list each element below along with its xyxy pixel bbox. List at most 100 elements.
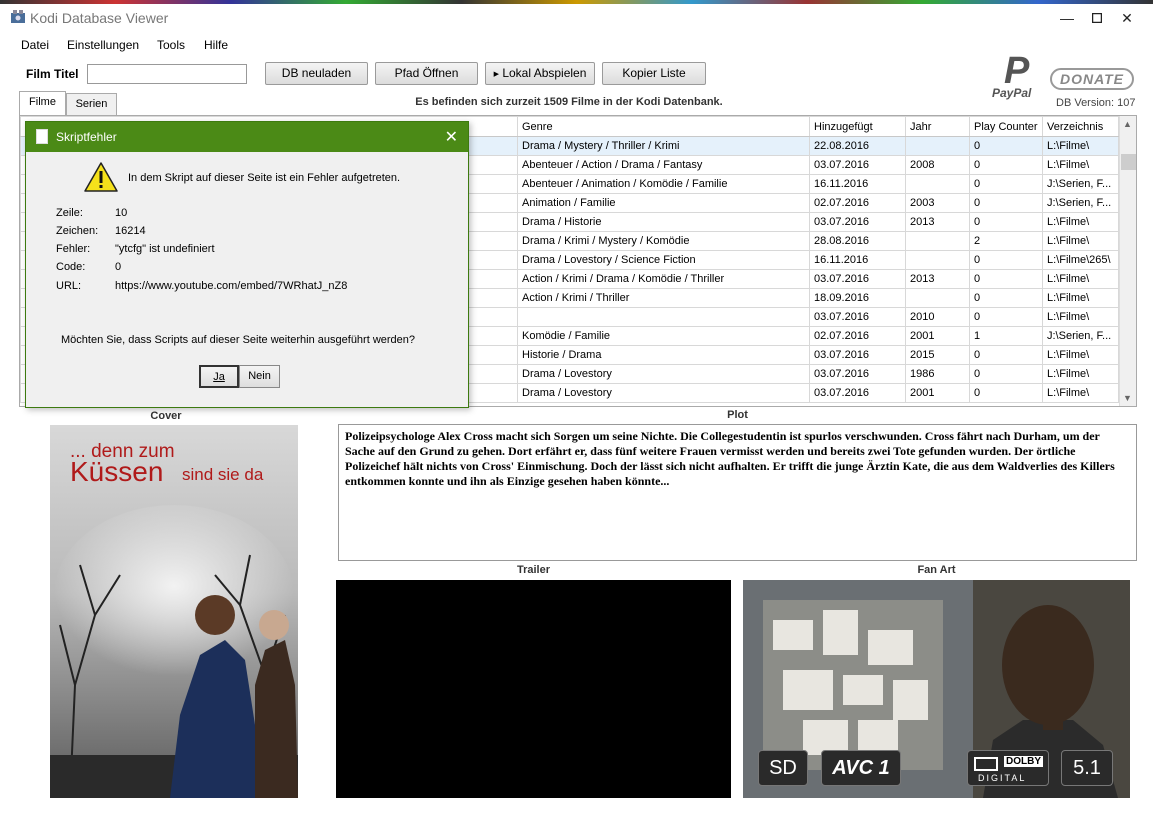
badge-avc1: AVC 1 (821, 750, 901, 786)
cover-art: ... denn zum Küssen sind sie da (50, 425, 298, 798)
cell-genre: Drama / Lovestory / Science Fiction (517, 250, 810, 270)
no-button[interactable]: Nein (239, 365, 280, 388)
dialog-message: In dem Skript auf dieser Seite ist ein F… (128, 172, 401, 184)
cell-year: 1986 (905, 364, 970, 384)
menu-einstellungen[interactable]: Einstellungen (67, 38, 139, 52)
cell-added: 16.11.2016 (809, 174, 906, 194)
paypal-logo[interactable]: P PayPal (990, 52, 1046, 102)
cover-title: Cover (150, 410, 182, 422)
cell-playcount: 0 (969, 269, 1043, 289)
cell-directory: L:\Filme\ (1042, 364, 1119, 384)
label-fehler: Fehler: (56, 243, 91, 255)
minimize-icon[interactable]: — (1052, 8, 1082, 28)
cell-genre: Drama / Lovestory (517, 364, 810, 384)
cell-year (905, 136, 970, 156)
menu-hilfe[interactable]: Hilfe (204, 38, 228, 52)
cell-directory: L:\Filme\265\ (1042, 250, 1119, 270)
fanart-image: SD AVC 1 DOLBY DIGITAL 5.1 (743, 580, 1130, 798)
menu-datei[interactable]: Datei (21, 38, 49, 52)
maximize-icon[interactable] (1082, 8, 1112, 28)
cell-playcount: 0 (969, 193, 1043, 213)
cell-year (905, 231, 970, 251)
donate-button[interactable]: DONATE (1050, 68, 1134, 90)
cell-year: 2013 (905, 269, 970, 289)
open-path-button[interactable]: Pfad Öffnen (375, 62, 478, 85)
column-header-added[interactable]: Hinzugefügt (809, 116, 906, 137)
column-header-year[interactable]: Jahr (905, 116, 970, 137)
cell-added: 18.09.2016 (809, 288, 906, 308)
cover-title-line3: sind sie da (182, 465, 264, 484)
script-error-dialog: Skriptfehler ✕ In dem Skript auf dieser … (25, 121, 469, 408)
column-header-playcount[interactable]: Play Counter (969, 116, 1043, 137)
dialog-question: Möchten Sie, dass Scripts auf dieser Sei… (61, 334, 416, 346)
cell-added: 28.08.2016 (809, 231, 906, 251)
play-local-button[interactable]: ▶ Lokal Abspielen (485, 62, 595, 85)
cell-added: 02.07.2016 (809, 193, 906, 213)
label-url: URL: (56, 280, 82, 292)
plot-title: Plot (727, 409, 748, 421)
cell-added: 03.07.2016 (809, 212, 906, 232)
cell-directory: J:\Serien, F... (1042, 193, 1119, 213)
grid-scrollbar[interactable]: ▲ ▼ (1119, 116, 1136, 406)
column-header-genre[interactable]: Genre (517, 116, 810, 137)
close-icon[interactable]: ✕ (1112, 8, 1142, 28)
cell-added: 03.07.2016 (809, 364, 906, 384)
title-bar[interactable]: Kodi Database Viewer — ✕ (0, 4, 1153, 32)
cell-added: 03.07.2016 (809, 269, 906, 289)
cell-directory: L:\Filme\ (1042, 269, 1119, 289)
tab-serien[interactable]: Serien (66, 93, 117, 115)
fanart-title: Fan Art (917, 564, 956, 576)
cell-directory: L:\Filme\ (1042, 155, 1119, 175)
cell-genre: Action / Krimi / Thriller (517, 288, 810, 308)
cell-directory: L:\Filme\ (1042, 345, 1119, 365)
trailer-player[interactable] (336, 580, 731, 798)
db-reload-button[interactable]: DB neuladen (265, 62, 368, 85)
cell-directory: L:\Filme\ (1042, 231, 1119, 251)
badge-digital-label: DIGITAL (978, 773, 1027, 783)
cover-title-line2: Küssen (70, 456, 163, 487)
cell-playcount: 0 (969, 136, 1043, 156)
label-code: Code: (56, 261, 86, 273)
scroll-thumb[interactable] (1121, 154, 1136, 170)
tab-filme[interactable]: Filme (19, 91, 66, 116)
badge-51: 5.1 (1061, 750, 1113, 786)
label-zeichen: Zeichen: (56, 225, 99, 237)
menu-tools[interactable]: Tools (157, 38, 185, 52)
scroll-down-icon[interactable]: ▼ (1123, 393, 1132, 403)
cell-playcount: 0 (969, 174, 1043, 194)
cell-playcount: 0 (969, 345, 1043, 365)
value-zeile: 10 (115, 207, 128, 219)
cell-playcount: 2 (969, 231, 1043, 251)
cell-year: 2008 (905, 155, 970, 175)
cell-added: 03.07.2016 (809, 307, 906, 327)
cell-directory: L:\Filme\ (1042, 136, 1119, 156)
cell-year: 2001 (905, 326, 970, 346)
window-title: Kodi Database Viewer (30, 10, 169, 26)
copy-list-button[interactable]: Kopier Liste (602, 62, 706, 85)
status-text: Es befinden sich zurzeit 1509 Filme in d… (415, 96, 723, 108)
document-icon (36, 129, 48, 144)
cell-directory: J:\Serien, F... (1042, 326, 1119, 346)
cell-genre: Drama / Lovestory (517, 383, 810, 403)
film-title-label: Film Titel (26, 67, 79, 81)
cell-playcount: 0 (969, 250, 1043, 270)
badge-sd: SD (758, 750, 808, 786)
column-header-directory[interactable]: Verzeichnis (1042, 116, 1119, 137)
scroll-up-icon[interactable]: ▲ (1123, 119, 1132, 129)
dialog-close-icon[interactable]: ✕ (445, 127, 458, 147)
cell-genre: Historie / Drama (517, 345, 810, 365)
cover-image: ... denn zum Küssen sind sie da (50, 425, 298, 798)
cell-playcount: 0 (969, 383, 1043, 403)
cell-added: 16.11.2016 (809, 250, 906, 270)
yes-button[interactable]: Ja (199, 365, 239, 388)
cell-directory: L:\Filme\ (1042, 383, 1119, 403)
film-title-input[interactable] (87, 64, 247, 84)
value-url: https://www.youtube.com/embed/7WRhatJ_nZ… (115, 280, 348, 292)
cell-genre: Abenteuer / Animation / Komödie / Famili… (517, 174, 810, 194)
yes-label: Ja (213, 371, 225, 383)
cell-genre: Animation / Familie (517, 193, 810, 213)
dialog-title-bar[interactable]: Skriptfehler ✕ (26, 122, 468, 152)
cell-added: 03.07.2016 (809, 383, 906, 403)
cell-genre: Drama / Krimi / Mystery / Komödie (517, 231, 810, 251)
cell-genre: Action / Krimi / Drama / Komödie / Thril… (517, 269, 810, 289)
